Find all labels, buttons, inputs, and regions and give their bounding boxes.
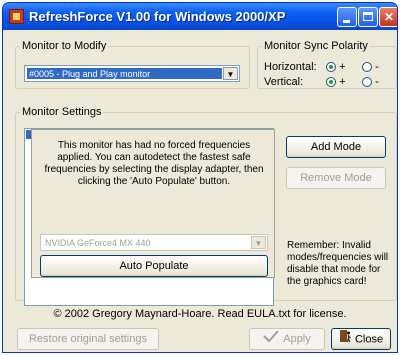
vertical-label: Vertical: [264,76,304,88]
horizontal-plus-radio[interactable] [326,62,336,73]
auto-populate-button[interactable]: Auto Populate [40,255,268,277]
horizontal-minus-option[interactable]: - [362,61,379,73]
vertical-minus-label: - [375,76,379,88]
horizontal-row: Horizontal: [264,61,317,73]
sync-polarity-group: Monitor Sync Polarity Horizontal: + - Ve… [257,40,397,89]
close-icon: ✕ [383,10,395,24]
vertical-plus-label: + [339,76,346,88]
vertical-plus-option[interactable]: + [326,76,346,88]
refreshforce-window: RefreshForce V1.00 for Windows 2000/XP ✕… [2,2,398,353]
vertical-row: Vertical: [264,76,303,88]
remove-mode-button[interactable]: Remove Mode [286,167,386,189]
window-title: RefreshForce V1.00 for Windows 2000/XP [29,9,286,24]
checkmark-icon [263,329,279,349]
apply-label: Apply [283,333,311,345]
app-icon [9,9,24,24]
horizontal-plus-label: + [339,61,346,73]
horizontal-plus-option[interactable]: + [326,61,346,73]
monitor-select-value: #0005 - Plug and Play monitor [27,68,222,79]
restore-settings-button[interactable]: Restore original settings [17,328,159,350]
vertical-minus-radio[interactable] [362,77,372,88]
minimize-button[interactable] [337,7,357,27]
vertical-minus-option[interactable]: - [362,76,379,88]
remember-warning: Remember: Invalid modes/frequencies will… [287,240,389,287]
monitor-to-modify-group: Monitor to Modify #0005 - Plug and Play … [15,40,250,89]
vertical-plus-radio[interactable] [326,77,336,88]
monitor-settings-legend: Monitor Settings [22,106,102,118]
copyright-text: © 2002 Gregory Maynard-Hoare. Read EULA.… [53,308,347,320]
close-button[interactable]: Close [331,328,391,350]
close-label: Close [354,333,384,346]
auto-populate-panel: This monitor has had no forced frequenci… [31,129,275,278]
adapter-select-value: NVIDIA GeForce4 MX 440 [43,237,250,248]
no-frequencies-notice: This monitor has had no forced frequenci… [44,140,264,187]
maximize-button[interactable] [358,7,378,27]
apply-button[interactable]: Apply [249,328,325,350]
horizontal-label: Horizontal: [264,61,317,73]
chevron-down-icon[interactable]: ▼ [251,236,266,249]
monitor-select[interactable]: #0005 - Plug and Play monitor ▼ [24,65,240,82]
sync-polarity-legend: Monitor Sync Polarity [264,40,368,52]
close-window-button[interactable]: ✕ [379,7,397,27]
minimize-icon [343,20,350,23]
add-mode-button[interactable]: Add Mode [286,136,386,158]
adapter-select[interactable]: NVIDIA GeForce4 MX 440 ▼ [40,234,268,251]
door-exit-icon [339,329,351,350]
title-bar[interactable]: RefreshForce V1.00 for Windows 2000/XP ✕ [3,3,397,30]
monitor-to-modify-legend: Monitor to Modify [22,40,107,52]
horizontal-minus-label: - [375,61,379,73]
chevron-down-icon[interactable]: ▼ [223,67,238,80]
maximize-icon [363,12,373,21]
horizontal-minus-radio[interactable] [362,62,372,73]
